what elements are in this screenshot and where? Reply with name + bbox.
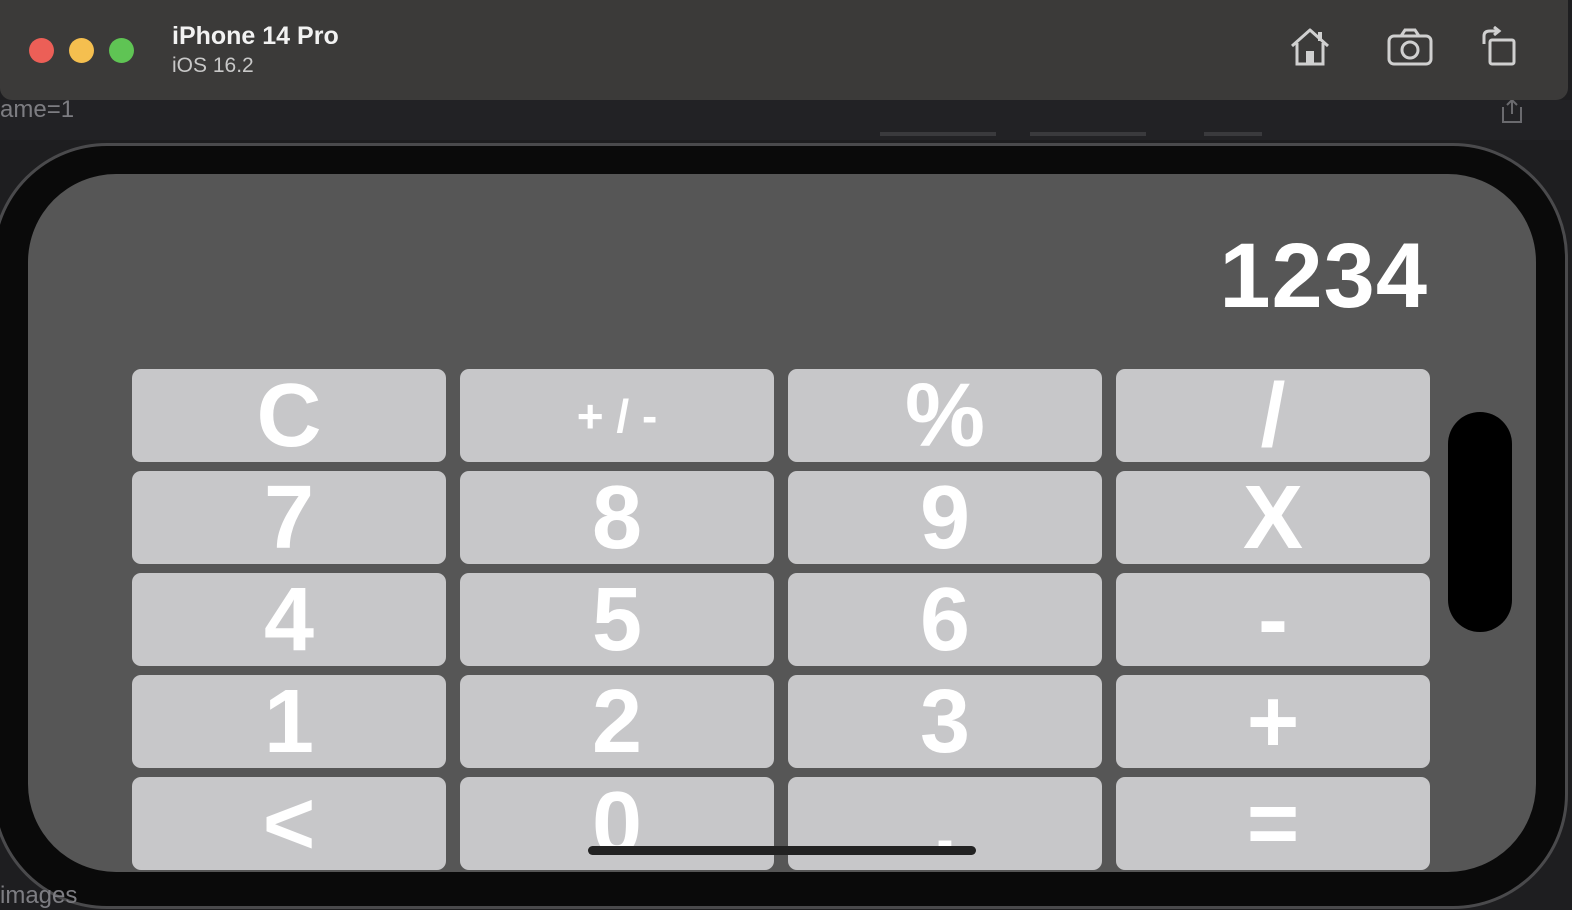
key-1[interactable]: 1 [132, 675, 446, 768]
background-tab [880, 132, 996, 136]
home-indicator[interactable] [588, 846, 976, 855]
key-4[interactable]: 4 [132, 573, 446, 666]
background-editor-text-bottom: images [0, 882, 78, 909]
key-5[interactable]: 5 [460, 573, 774, 666]
background-editor-strip [0, 100, 1572, 140]
key-9[interactable]: 9 [788, 471, 1102, 564]
os-version: iOS 16.2 [172, 54, 254, 77]
share-icon [1499, 97, 1525, 130]
key-2[interactable]: 2 [460, 675, 774, 768]
close-window-button[interactable] [29, 38, 54, 63]
key-percent[interactable]: % [788, 369, 1102, 462]
key-equals[interactable]: = [1116, 777, 1430, 870]
calculator-keypad: C + / - % / 7 8 9 X 4 5 6 - 1 2 3 + < 0 … [132, 369, 1432, 870]
key-divide[interactable]: / [1116, 369, 1430, 462]
key-6[interactable]: 6 [788, 573, 1102, 666]
key-clear[interactable]: C [132, 369, 446, 462]
key-decimal[interactable]: . [788, 777, 1102, 870]
rotate-icon[interactable] [1478, 26, 1520, 68]
key-multiply[interactable]: X [1116, 471, 1430, 564]
background-editor-text: ame=1 [0, 96, 75, 123]
key-subtract[interactable]: - [1116, 573, 1430, 666]
key-negate[interactable]: + / - [460, 369, 774, 462]
dynamic-island [1448, 412, 1512, 632]
key-backspace[interactable]: < [132, 777, 446, 870]
simulator-screen: 1234 C + / - % / 7 8 9 X 4 5 6 - 1 2 3 +… [28, 174, 1536, 872]
key-add[interactable]: + [1116, 675, 1430, 768]
key-3[interactable]: 3 [788, 675, 1102, 768]
background-tab [1030, 132, 1146, 136]
screenshot-icon[interactable] [1386, 26, 1434, 68]
background-tab [1204, 132, 1262, 136]
device-name: iPhone 14 Pro [172, 22, 339, 50]
calculator-display: 1234 [1219, 225, 1428, 327]
key-8[interactable]: 8 [460, 471, 774, 564]
key-7[interactable]: 7 [132, 471, 446, 564]
zoom-window-button[interactable] [109, 38, 134, 63]
minimize-window-button[interactable] [69, 38, 94, 63]
home-icon[interactable] [1288, 26, 1332, 68]
simulator-title-bar: iPhone 14 Pro iOS 16.2 [0, 0, 1568, 100]
key-0[interactable]: 0 [460, 777, 774, 870]
